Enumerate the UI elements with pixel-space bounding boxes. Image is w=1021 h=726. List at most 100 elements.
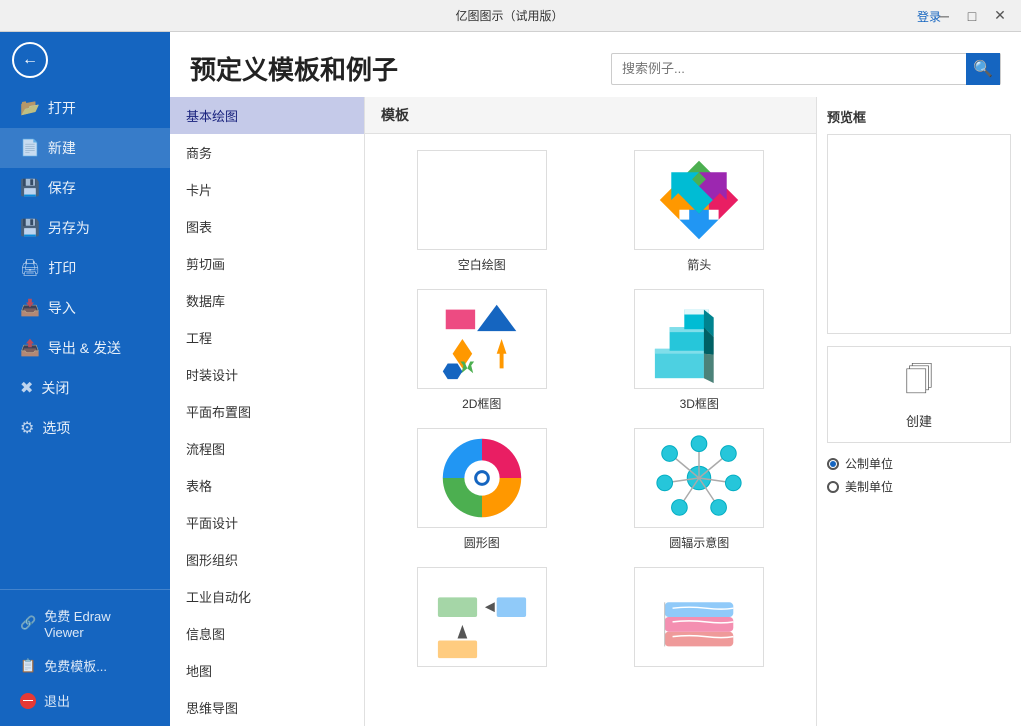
template-label-3d: 3D框图 <box>680 395 719 412</box>
template-panel-header: 模板 <box>365 97 816 134</box>
content-row: 基本绘图 商务 卡片 图表 剪切画 数据库 工程 时装设计 平面布置图 流程图 … <box>170 97 1021 726</box>
edraw-icon: 🔗 <box>20 615 36 631</box>
template-thumb-2d <box>417 289 547 389</box>
main-header: 预定义模板和例子 🔍 <box>170 32 1021 97</box>
sidebar-item-close[interactable]: ✖ 关闭 <box>0 368 170 408</box>
unit-metric-label: 公制单位 <box>845 455 893 472</box>
template-thumb-pie <box>417 428 547 528</box>
search-input[interactable] <box>612 61 966 76</box>
new-icon: 📄 <box>20 138 40 158</box>
create-button[interactable]: 🗍 创建 <box>827 346 1011 443</box>
sidebar-item-open[interactable]: 📂 打开 <box>0 88 170 128</box>
sidebar-item-label-options: 选项 <box>42 418 70 438</box>
sidebar-item-saveas[interactable]: 💾 另存为 <box>0 208 170 248</box>
sidebar-item-import[interactable]: 📥 导入 <box>0 288 170 328</box>
category-item-map[interactable]: 地图 <box>170 652 364 689</box>
category-item-table[interactable]: 表格 <box>170 467 364 504</box>
template-item-2d[interactable]: 2D框图 <box>381 289 583 412</box>
exit-icon: — <box>20 693 36 709</box>
category-item-basic[interactable]: 基本绘图 <box>170 97 364 134</box>
export-icon: 📤 <box>20 338 40 358</box>
sidebar-menu: 📂 打开 📄 新建 💾 保存 💾 另存为 🖨 打印 📥 导入 <box>0 88 170 589</box>
login-link[interactable]: 登录 <box>917 8 941 25</box>
sidebar-item-new[interactable]: 📄 新建 <box>0 128 170 168</box>
template-thumb-flow2 <box>634 567 764 667</box>
preview-panel: 预览框 🗍 创建 公制单位 美制单位 <box>816 97 1021 726</box>
category-item-clip[interactable]: 剪切画 <box>170 245 364 282</box>
template-item-arrow[interactable]: 箭头 <box>599 150 801 273</box>
title-bar-title: 亿图图示（试用版） <box>88 7 931 24</box>
back-button[interactable]: ← <box>12 42 48 78</box>
template-label-pie: 圆形图 <box>464 534 500 551</box>
sidebar-item-edraw[interactable]: 🔗 免费 Edraw Viewer <box>0 598 170 648</box>
template-label-blank: 空白绘图 <box>458 256 506 273</box>
sidebar-item-label-new: 新建 <box>48 138 76 158</box>
sidebar-item-label-save: 保存 <box>48 178 76 198</box>
radio-metric[interactable] <box>827 458 839 470</box>
sidebar-item-label-close: 关闭 <box>41 378 69 398</box>
sidebar-item-label-open: 打开 <box>48 98 76 118</box>
template-thumb-radial <box>634 428 764 528</box>
template-item-3d[interactable]: 3D框图 <box>599 289 801 412</box>
category-list: 基本绘图 商务 卡片 图表 剪切画 数据库 工程 时装设计 平面布置图 流程图 … <box>170 97 364 726</box>
category-item-industrial[interactable]: 工业自动化 <box>170 578 364 615</box>
free-template-icon: 📋 <box>20 658 36 674</box>
category-item-mindmap[interactable]: 思维导图 <box>170 689 364 726</box>
template-item-flow1[interactable] <box>381 567 583 673</box>
close-button[interactable]: ✕ <box>987 3 1013 29</box>
sidebar-item-save[interactable]: 💾 保存 <box>0 168 170 208</box>
category-item-business[interactable]: 商务 <box>170 134 364 171</box>
template-label-2d: 2D框图 <box>462 395 501 412</box>
category-item-card[interactable]: 卡片 <box>170 171 364 208</box>
sidebar-item-options[interactable]: ⚙ 选项 <box>0 408 170 448</box>
sidebar-item-label-saveas: 另存为 <box>48 218 90 238</box>
save-icon: 💾 <box>20 178 40 198</box>
preview-area <box>827 134 1011 334</box>
main-area: 预定义模板和例子 🔍 基本绘图 商务 卡片 图表 剪切画 数据库 工程 时装设计… <box>170 32 1021 726</box>
page-title: 预定义模板和例子 <box>190 50 398 87</box>
close-file-icon: ✖ <box>20 378 33 398</box>
app-body: ← 📂 打开 📄 新建 💾 保存 💾 另存为 🖨 打印 <box>0 32 1021 726</box>
template-thumb-3d <box>634 289 764 389</box>
maximize-button[interactable]: □ <box>959 3 985 29</box>
template-item-flow2[interactable] <box>599 567 801 673</box>
sidebar-bottom: 🔗 免费 Edraw Viewer 📋 免费模板... — 退出 <box>0 589 170 726</box>
sidebar-item-label-free-template: 免费模板... <box>44 656 107 675</box>
template-item-radial[interactable]: 圆辐示意图 <box>599 428 801 551</box>
sidebar-item-label-import: 导入 <box>48 298 76 318</box>
options-icon: ⚙ <box>20 418 34 438</box>
unit-option-imperial[interactable]: 美制单位 <box>827 478 1011 495</box>
sidebar-item-export[interactable]: 📤 导出 & 发送 <box>0 328 170 368</box>
template-thumb-arrow <box>634 150 764 250</box>
window-controls: ─ □ ✕ <box>931 3 1013 29</box>
template-panel: 模板 空白绘图 <box>365 97 816 726</box>
category-item-fashion[interactable]: 时装设计 <box>170 356 364 393</box>
sidebar-item-exit[interactable]: — 退出 <box>0 683 170 718</box>
template-item-pie[interactable]: 圆形图 <box>381 428 583 551</box>
preview-title: 预览框 <box>827 107 1011 126</box>
category-item-flatdesign[interactable]: 平面设计 <box>170 504 364 541</box>
category-item-infographic[interactable]: 信息图 <box>170 615 364 652</box>
category-item-graphorg[interactable]: 图形组织 <box>170 541 364 578</box>
search-bar: 🔍 <box>611 53 1001 85</box>
saveas-icon: 💾 <box>20 218 40 238</box>
print-icon: 🖨 <box>20 258 40 278</box>
category-item-floorplan[interactable]: 平面布置图 <box>170 393 364 430</box>
unit-options: 公制单位 美制单位 <box>827 455 1011 495</box>
create-icon: 🗍 <box>905 359 933 407</box>
search-button[interactable]: 🔍 <box>966 53 1000 85</box>
sidebar-item-label-edraw: 免费 Edraw Viewer <box>44 606 150 640</box>
sidebar-item-print[interactable]: 🖨 打印 <box>0 248 170 288</box>
category-panel: 基本绘图 商务 卡片 图表 剪切画 数据库 工程 时装设计 平面布置图 流程图 … <box>170 97 365 726</box>
category-item-chart[interactable]: 图表 <box>170 208 364 245</box>
sidebar-top: ← <box>0 32 170 88</box>
create-label: 创建 <box>906 411 932 430</box>
unit-option-metric[interactable]: 公制单位 <box>827 455 1011 472</box>
radio-imperial[interactable] <box>827 481 839 493</box>
category-item-engineering[interactable]: 工程 <box>170 319 364 356</box>
category-item-flowchart[interactable]: 流程图 <box>170 430 364 467</box>
template-item-blank[interactable]: 空白绘图 <box>381 150 583 273</box>
sidebar-item-free-template[interactable]: 📋 免费模板... <box>0 648 170 683</box>
category-item-db[interactable]: 数据库 <box>170 282 364 319</box>
open-icon: 📂 <box>20 98 40 118</box>
